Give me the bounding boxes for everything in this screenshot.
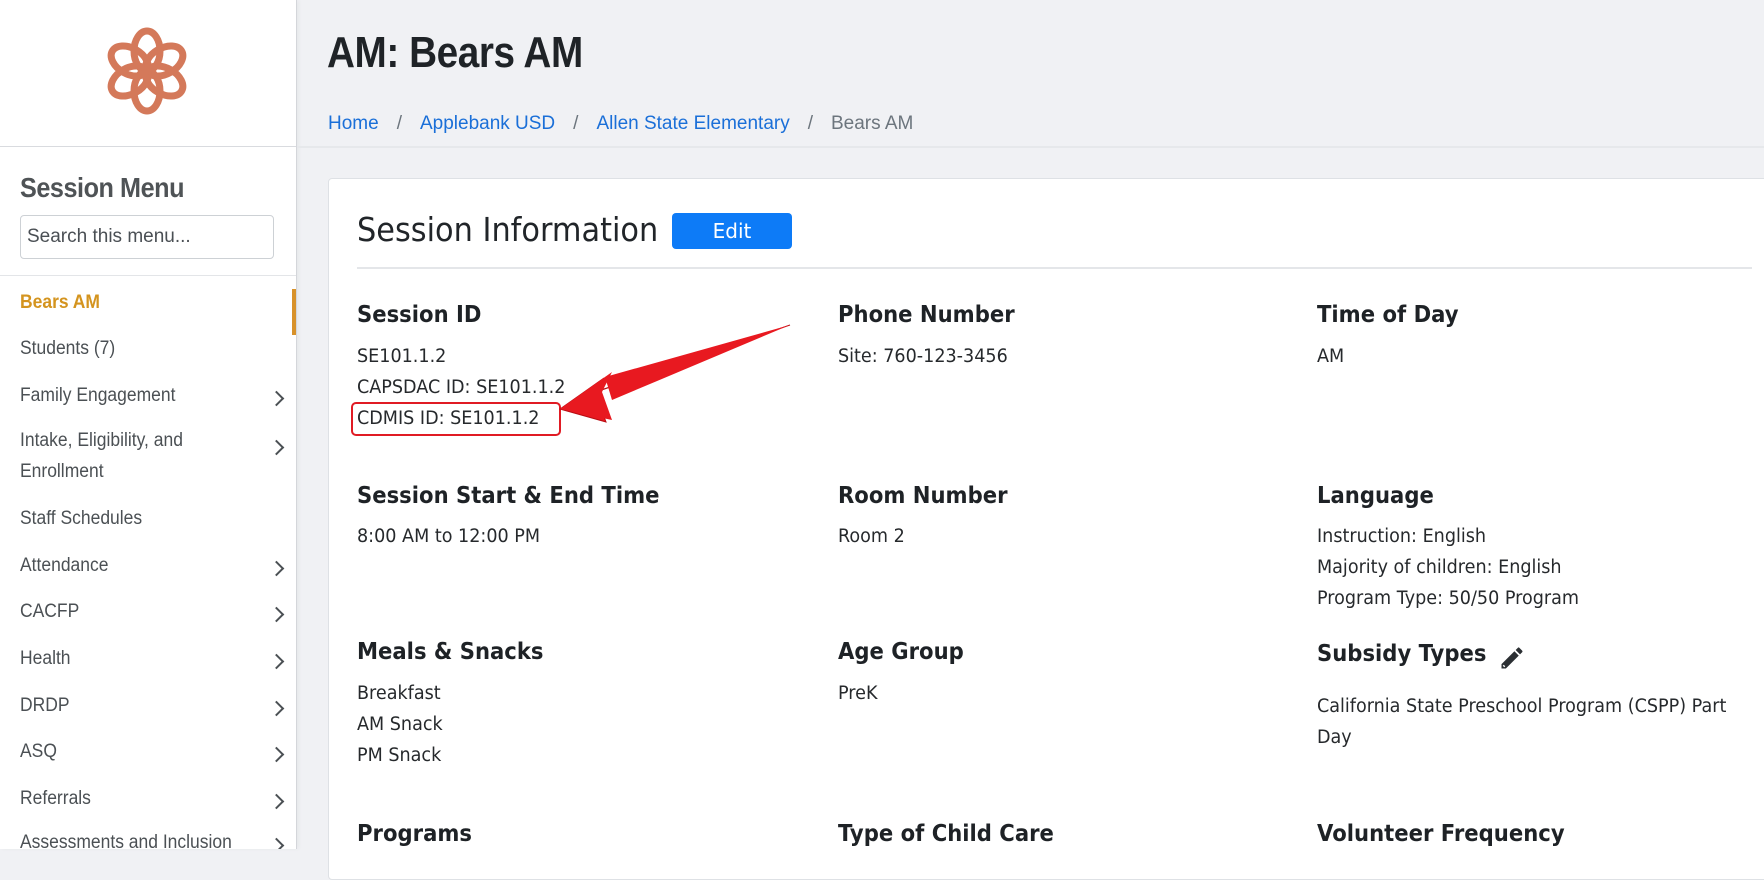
age-group: PreK bbox=[838, 683, 878, 704]
cdmis-highlight-box bbox=[351, 402, 561, 436]
menu-item-label: Attendance bbox=[20, 555, 109, 576]
breadcrumb-applebank-usd[interactable]: Applebank USD bbox=[420, 113, 555, 135]
menu-item-family-engagement[interactable]: Family Engagement bbox=[0, 385, 296, 407]
menu-item-health[interactable]: Health bbox=[0, 648, 296, 670]
menu-item-label: Staff Schedules bbox=[20, 508, 143, 529]
session-id: SE101.1.2 bbox=[357, 346, 447, 367]
time-of-day: AM bbox=[1317, 346, 1345, 367]
start-end-time-label: Session Start & End Time bbox=[357, 483, 660, 509]
menu-item-label: ASQ bbox=[20, 741, 57, 762]
age-group-value: PreK bbox=[838, 678, 877, 709]
breadcrumb-current: Bears AM bbox=[831, 113, 914, 134]
room-number-label: Room Number bbox=[838, 483, 1008, 509]
logo-area bbox=[0, 0, 296, 147]
age-group-label: Age Group bbox=[838, 639, 964, 665]
start-end-time: 8:00 AM to 12:00 PM bbox=[357, 526, 541, 547]
capsdac-id: CAPSDAC ID: SE101.1.2 bbox=[357, 377, 566, 398]
volunteer-frequency-label: Volunteer Frequency bbox=[1317, 821, 1565, 847]
breadcrumb-separator: / bbox=[807, 113, 813, 134]
header-divider bbox=[297, 146, 1764, 148]
flower-logo-icon[interactable] bbox=[92, 16, 202, 126]
meals-snacks-label: Meals & Snacks bbox=[357, 639, 544, 665]
menu-item-students[interactable]: Students (7) bbox=[0, 338, 296, 360]
meals-snacks-value: Breakfast AM Snack PM Snack bbox=[357, 678, 443, 771]
chevron-right-icon bbox=[268, 606, 285, 623]
site-phone: Site: 760-123-3456 bbox=[838, 346, 1008, 367]
chevron-right-icon bbox=[268, 653, 285, 670]
chevron-right-icon bbox=[268, 837, 285, 849]
menu-item-intake-eligibility[interactable]: Intake, Eligibility, and Enrollment bbox=[0, 430, 296, 492]
menu-item-staff-schedules[interactable]: Staff Schedules bbox=[0, 508, 296, 530]
chevron-right-icon bbox=[268, 390, 285, 407]
menu-item-label: CACFP bbox=[20, 601, 80, 622]
room-number-value: Room 2 bbox=[838, 521, 905, 552]
card-title: Session Information bbox=[357, 210, 659, 249]
edit-button[interactable]: Edit bbox=[672, 213, 792, 249]
pencil-icon[interactable] bbox=[1498, 644, 1526, 672]
type-of-child-care-label: Type of Child Care bbox=[838, 821, 1054, 847]
start-end-time-value: 8:00 AM to 12:00 PM bbox=[357, 521, 540, 552]
time-of-day-value: AM bbox=[1317, 341, 1344, 372]
menu-item-attendance[interactable]: Attendance bbox=[0, 555, 296, 577]
chevron-right-icon bbox=[268, 700, 285, 717]
menu-item-assessments-inclusion[interactable]: Assessments and Inclusion bbox=[0, 832, 296, 849]
phone-number-value: Site: 760-123-3456 bbox=[838, 341, 1008, 372]
menu-item-label: Students (7) bbox=[20, 338, 116, 359]
session-menu-title: Session Menu bbox=[20, 172, 185, 203]
menu-item-label: Referrals bbox=[20, 788, 91, 809]
programs-label: Programs bbox=[357, 821, 472, 847]
chevron-right-icon bbox=[268, 560, 285, 577]
language-program-type: Program Type: 50/50 Program bbox=[1317, 588, 1580, 609]
language-value: Instruction: English Majority of childre… bbox=[1317, 521, 1579, 614]
meal-breakfast: Breakfast bbox=[357, 683, 441, 704]
menu-item-cacfp[interactable]: CACFP bbox=[0, 601, 296, 623]
menu-item-bears-am[interactable]: Bears AM bbox=[0, 289, 296, 335]
menu-item-label: Intake, Eligibility, and bbox=[20, 430, 183, 451]
breadcrumb: Home / Applebank USD / Allen State Eleme… bbox=[328, 113, 913, 135]
room-number: Room 2 bbox=[838, 526, 905, 547]
breadcrumb-separator: / bbox=[396, 113, 402, 134]
menu-search-input[interactable] bbox=[20, 215, 274, 259]
menu-item-label: DRDP bbox=[20, 695, 70, 716]
subsidy-line-1: California State Preschool Program (CSPP… bbox=[1317, 696, 1727, 717]
subsidy-types-label: Subsidy Types bbox=[1317, 641, 1487, 667]
breadcrumb-separator: / bbox=[573, 113, 579, 134]
chevron-right-icon bbox=[268, 793, 285, 810]
meal-pm-snack: PM Snack bbox=[357, 745, 442, 766]
phone-number-label: Phone Number bbox=[838, 302, 1015, 328]
card-divider bbox=[357, 267, 1752, 269]
breadcrumb-allen-state-elementary[interactable]: Allen State Elementary bbox=[596, 113, 789, 135]
menu-item-drdp[interactable]: DRDP bbox=[0, 695, 296, 717]
chevron-right-icon bbox=[268, 746, 285, 763]
menu-item-label: Family Engagement bbox=[20, 385, 176, 406]
sidebar: Session Menu Bears AM Students (7) Famil… bbox=[0, 0, 297, 849]
breadcrumb-home[interactable]: Home bbox=[328, 113, 379, 135]
language-majority: Majority of children: English bbox=[1317, 557, 1562, 578]
menu-item-label: Health bbox=[20, 648, 71, 669]
meal-am-snack: AM Snack bbox=[357, 714, 443, 735]
subsidy-line-2: Day bbox=[1317, 727, 1352, 748]
menu-item-label: Bears AM bbox=[20, 292, 100, 313]
menu-item-referrals[interactable]: Referrals bbox=[0, 788, 296, 810]
subsidy-types-value: California State Preschool Program (CSPP… bbox=[1317, 691, 1726, 753]
menu-divider bbox=[0, 275, 296, 276]
time-of-day-label: Time of Day bbox=[1317, 302, 1459, 328]
language-label: Language bbox=[1317, 483, 1434, 509]
chevron-right-icon bbox=[268, 439, 285, 456]
language-instruction: Instruction: English bbox=[1317, 526, 1487, 547]
menu-item-label-line2: Enrollment bbox=[20, 461, 104, 482]
session-id-label: Session ID bbox=[357, 302, 482, 328]
menu-item-asq[interactable]: ASQ bbox=[0, 741, 296, 763]
menu-item-label: Assessments and Inclusion bbox=[20, 832, 232, 849]
page-title: AM: Bears AM bbox=[327, 28, 583, 77]
